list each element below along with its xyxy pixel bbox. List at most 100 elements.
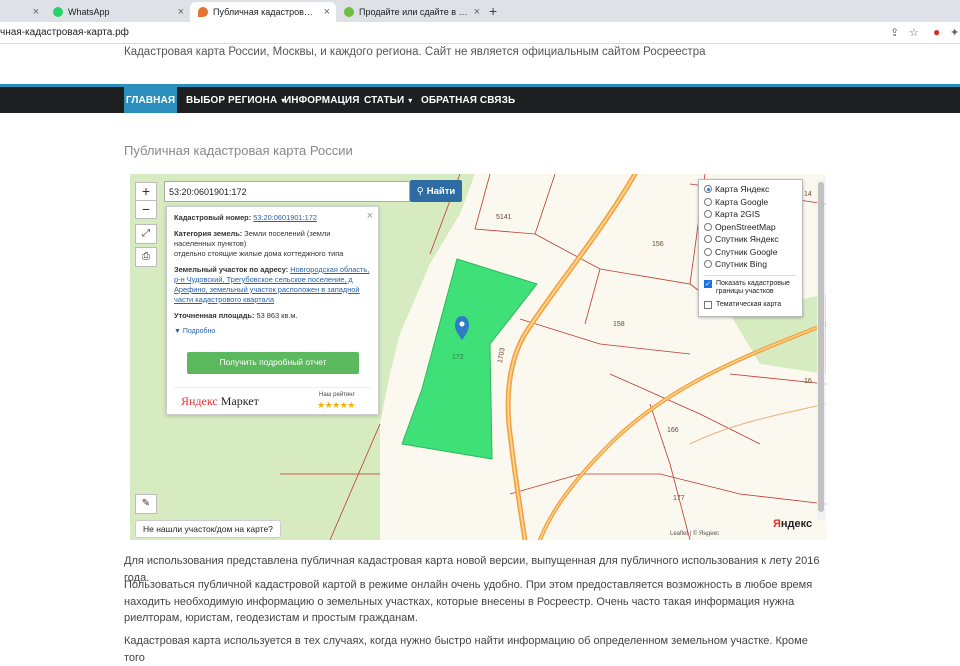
browser-tab-bar: × WhatsApp × Публичная кадастровая карта… <box>0 0 960 22</box>
site-tagline: Кадастровая карта России, Москвы, и кажд… <box>124 46 706 58</box>
get-report-button[interactable]: Получить подробный отчет <box>187 352 359 374</box>
tab-label: Продайте или сдайте в аренду <box>359 7 469 17</box>
extension-icon[interactable]: ● <box>933 25 940 39</box>
nav-feedback[interactable]: ОБРАТНАЯ СВЯЗЬ <box>421 87 515 113</box>
yandex-market-logo[interactable]: Яндекс Маркет <box>181 393 259 409</box>
zoom-in-button[interactable]: + <box>135 182 157 201</box>
paragraph: Кадастровая карта используется в тех слу… <box>124 635 808 664</box>
print-icon: ⎙ <box>142 251 150 262</box>
main-nav: ГЛАВНАЯ ВЫБОР РЕГИОНА ▾ ИНФОРМАЦИЯ СТАТЬ… <box>0 84 960 113</box>
logo-part: Яндекс <box>181 394 218 408</box>
radio-button[interactable] <box>704 185 712 194</box>
search-button-label: Найти <box>426 185 456 197</box>
layer-option[interactable]: Спутник Яндекс <box>704 233 797 246</box>
radio-button[interactable] <box>704 235 712 244</box>
tab-whatsapp[interactable]: WhatsApp × <box>45 2 190 22</box>
cadastral-map[interactable]: 5141 156 158 166 177 172 1703 14 16 + − … <box>130 174 826 540</box>
paragraph: Пользоваться публичной кадастровой карто… <box>124 579 813 624</box>
thematic-map-toggle[interactable]: Тематическая карта <box>704 301 797 310</box>
address-label: Земельный участок по адресу: <box>174 264 289 274</box>
checkbox-checked[interactable]: ✓ <box>704 279 712 288</box>
extensions-puzzle-icon[interactable]: ✦ <box>950 26 959 39</box>
map-scrollbar-thumb[interactable] <box>818 182 824 512</box>
radio-button[interactable] <box>704 210 712 219</box>
nav-home[interactable]: ГЛАВНАЯ <box>124 87 177 113</box>
parcel-label: 16 <box>804 378 812 385</box>
url-text[interactable]: чная-кадастровая-карта.рф <box>0 27 129 38</box>
tab-partial[interactable]: × <box>0 2 45 22</box>
tab-cadastral-map[interactable]: Публичная кадастровая карта Р × <box>190 2 336 22</box>
divider <box>174 387 371 388</box>
cadastral-search-input[interactable] <box>164 181 410 202</box>
nav-region[interactable]: ВЫБОР РЕГИОНА ▾ <box>186 87 285 113</box>
bookmark-star-icon[interactable]: ☆ <box>909 26 919 39</box>
yandex-logo[interactable]: Яндекс <box>773 518 812 530</box>
parcel-label: 5141 <box>496 214 512 221</box>
layer-option[interactable]: Карта Google <box>704 196 797 209</box>
nav-label: СТАТЬИ <box>364 94 405 106</box>
address-bar[interactable]: чная-кадастровая-карта.рф ⇪ ☆ ● ✦ <box>0 22 960 44</box>
radio-button[interactable] <box>704 197 712 206</box>
layer-label: Карта 2GIS <box>715 209 760 220</box>
logo-part: ндекс <box>780 518 813 530</box>
new-tab-button[interactable]: + <box>489 3 497 19</box>
layer-label: Карта Яндекс <box>715 184 770 195</box>
nav-label: ВЫБОР РЕГИОНА <box>186 94 278 106</box>
measure-button[interactable]: ✎ <box>135 494 157 514</box>
details-toggle[interactable]: ▼ Подробно <box>174 327 371 336</box>
address-row: Земельный участок по адресу: Новгородска… <box>174 265 371 305</box>
layer-option[interactable]: OpenStreetMap <box>704 221 797 234</box>
print-button[interactable]: ⎙ <box>135 247 157 267</box>
nav-label: ОБРАТНАЯ СВЯЗЬ <box>421 94 516 106</box>
layer-label: Спутник Яндекс <box>715 234 779 245</box>
expand-icon: ⤢ <box>142 228 150 239</box>
layer-label: Карта Google <box>715 196 769 207</box>
radio-button[interactable] <box>704 260 712 269</box>
layer-label: OpenStreetMap <box>715 221 776 232</box>
close-icon[interactable]: × <box>178 6 184 18</box>
not-found-button[interactable]: Не нашли участок/дом на карте? <box>135 520 281 538</box>
category-row: Категория земель: Земли поселений (земли… <box>174 229 371 259</box>
fullscreen-button[interactable]: ⤢ <box>135 224 157 244</box>
ruler-icon: ✎ <box>141 498 151 509</box>
layer-label: Спутник Google <box>715 246 778 257</box>
details-label: Подробно <box>182 327 216 335</box>
tab-avito[interactable]: Продайте или сдайте в аренду × <box>336 2 486 22</box>
nav-label: ИНФОРМАЦИЯ <box>284 94 360 106</box>
checkbox[interactable] <box>704 301 712 309</box>
map-pin-favicon <box>198 7 208 17</box>
page-title: Публичная кадастровая карта России <box>124 143 353 158</box>
search-button[interactable]: ⚲ Найти <box>410 180 462 202</box>
layer-option[interactable]: Карта Яндекс <box>704 183 797 196</box>
checkbox-label: Показать кадастровые границы участков <box>716 279 790 296</box>
close-icon[interactable]: × <box>324 6 330 18</box>
layer-option[interactable]: Спутник Bing <box>704 258 797 271</box>
parcel-label: 166 <box>667 427 679 434</box>
whatsapp-icon <box>53 7 63 17</box>
zoom-out-button[interactable]: − <box>135 200 157 219</box>
cadastral-label: Кадастровый номер: <box>174 213 252 222</box>
parcel-label: 177 <box>673 495 685 502</box>
cadastral-number-row: Кадастровый номер: 53:20:0601901:172 <box>174 213 371 223</box>
logo-part: Маркет <box>220 394 259 408</box>
close-icon[interactable]: × <box>33 6 39 18</box>
show-boundaries-toggle[interactable]: ✓ Показать кадастровые границы участков <box>704 279 797 298</box>
map-attribution[interactable]: Leaflet | © Яндекс <box>670 531 719 537</box>
layer-label: Спутник Bing <box>715 259 767 270</box>
nav-info[interactable]: ИНФОРМАЦИЯ <box>284 87 360 113</box>
layer-option[interactable]: Спутник Google <box>704 246 797 259</box>
layer-option[interactable]: Карта 2GIS <box>704 208 797 221</box>
divider <box>704 274 797 276</box>
share-icon[interactable]: ⇪ <box>890 26 899 39</box>
caret-down-icon: ▼ <box>174 327 181 335</box>
close-icon[interactable]: × <box>367 209 373 224</box>
area-label: Уточненная площадь: <box>174 310 255 320</box>
parcel-label: 172 <box>452 354 464 361</box>
cadastral-number-link[interactable]: 53:20:0601901:172 <box>253 213 317 222</box>
layer-switcher: Карта Яндекс Карта Google Карта 2GIS Ope… <box>698 179 803 317</box>
radio-button[interactable] <box>704 222 712 231</box>
chevron-down-icon: ▾ <box>408 95 413 105</box>
close-icon[interactable]: × <box>474 6 480 18</box>
nav-articles[interactable]: СТАТЬИ ▾ <box>364 87 412 113</box>
radio-button[interactable] <box>704 247 712 256</box>
